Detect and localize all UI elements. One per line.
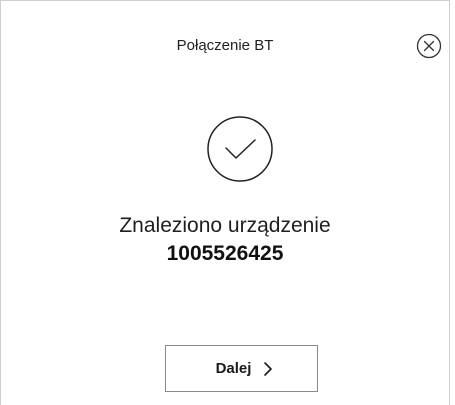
device-id: 1005526425 bbox=[166, 242, 284, 265]
close-button[interactable] bbox=[416, 33, 442, 59]
status-message: Znaleziono urządzenie bbox=[119, 214, 331, 237]
next-button[interactable]: Dalej bbox=[165, 345, 318, 392]
success-indicator bbox=[205, 114, 275, 184]
next-button-label: Dalej bbox=[215, 360, 252, 377]
checkmark-circle-icon bbox=[207, 116, 273, 182]
dialog-title: Połączenie BT bbox=[176, 37, 274, 54]
chevron-right-icon bbox=[264, 361, 273, 376]
close-circle-icon bbox=[416, 33, 442, 59]
bt-connection-dialog: Połączenie BT Znaleziono urządzenie 1005… bbox=[0, 0, 450, 405]
